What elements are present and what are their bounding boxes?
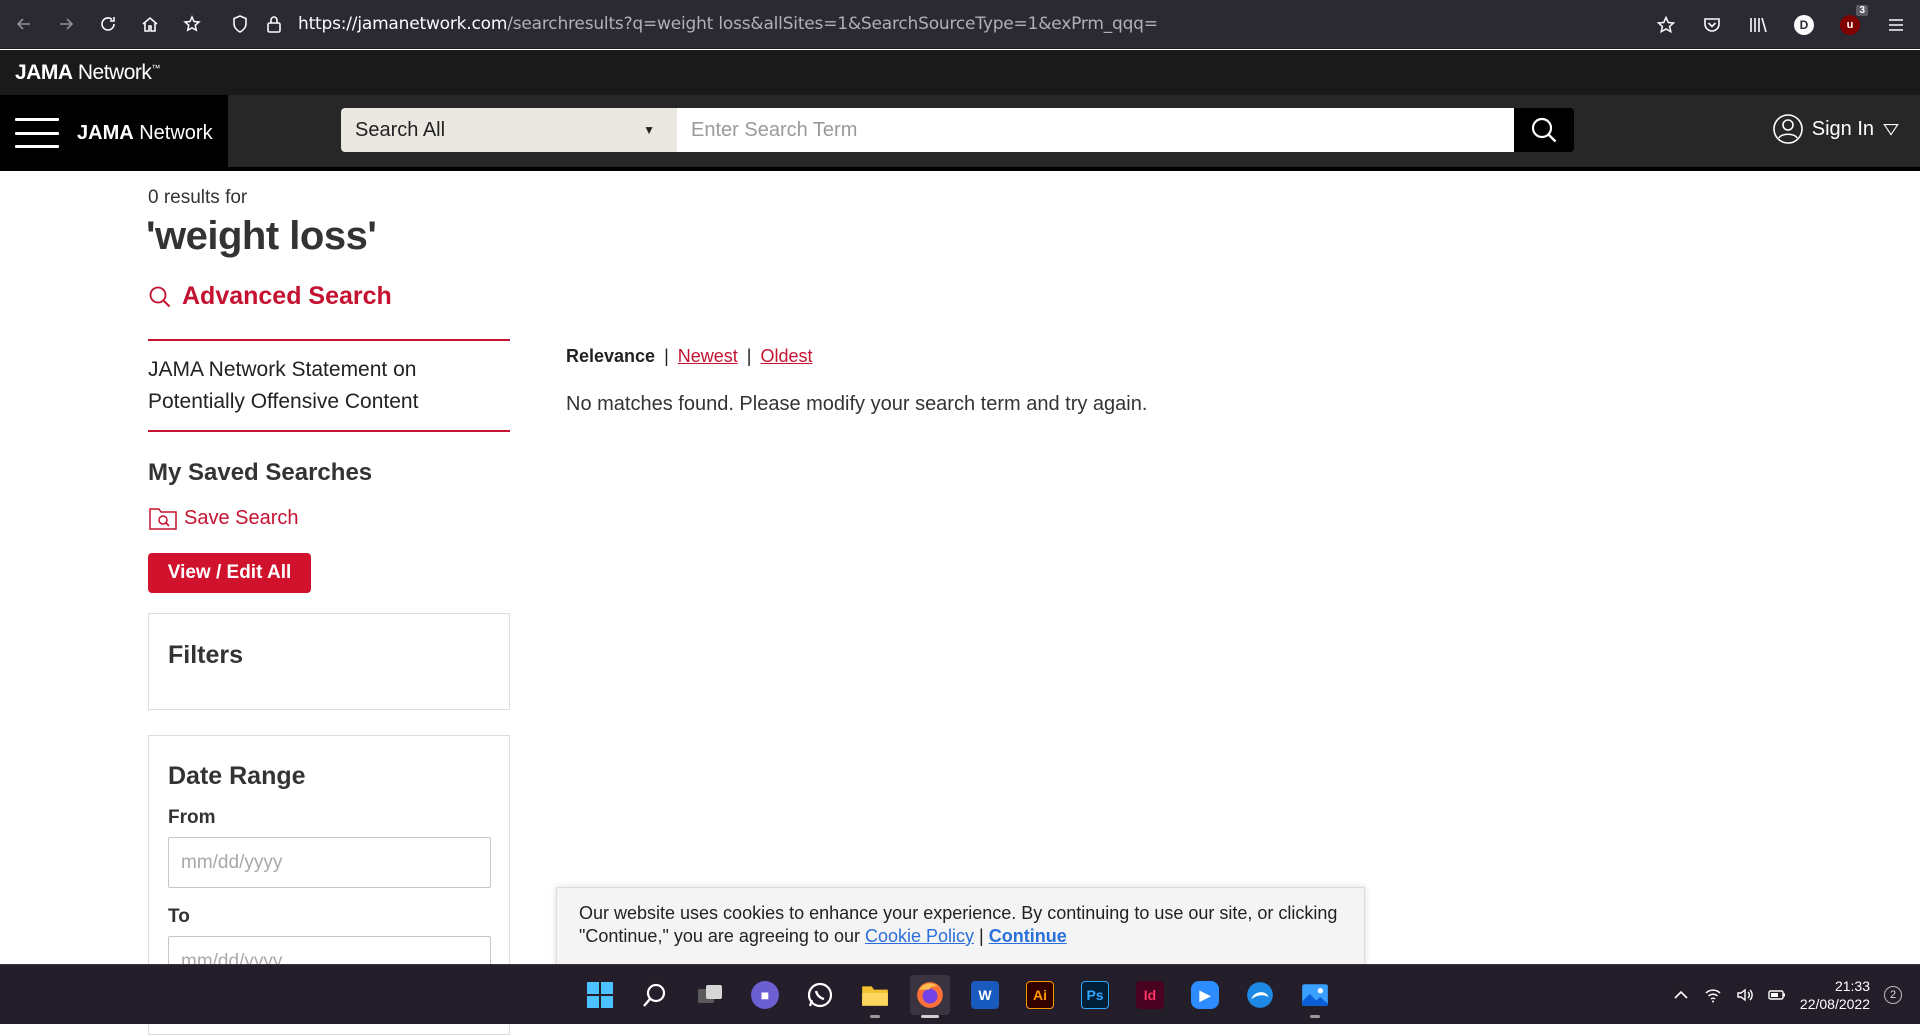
edge-dev-icon[interactable]: [1240, 975, 1280, 1015]
clock-date: 22/08/2022: [1799, 996, 1870, 1012]
filters-title: Filters: [168, 641, 244, 669]
save-search-link[interactable]: Save Search: [148, 505, 299, 531]
cookie-banner: Our website uses cookies to enhance your…: [556, 887, 1365, 967]
to-label: To: [168, 906, 190, 927]
forward-icon[interactable]: [48, 6, 84, 42]
magnifier-icon: [149, 286, 171, 307]
sort-separator: |: [664, 346, 669, 366]
word-icon[interactable]: W: [965, 975, 1005, 1015]
whatsapp-icon[interactable]: [800, 975, 840, 1015]
user-icon: [1772, 114, 1803, 144]
sort-relevance[interactable]: Relevance: [566, 346, 655, 367]
clock-time: 21:33: [1834, 978, 1870, 994]
brand-box: JAMA Network: [0, 95, 228, 171]
view-edit-all-button[interactable]: View / Edit All: [148, 553, 311, 593]
network-strip: JAMA Network™: [0, 50, 1920, 95]
profile-avatar[interactable]: D: [1794, 14, 1814, 35]
save-search-label: Save Search: [184, 506, 299, 529]
battery-icon[interactable]: [1768, 986, 1786, 1004]
photos-icon[interactable]: [1295, 975, 1335, 1018]
extension-count-badge: 3: [1856, 4, 1868, 16]
notification-badge[interactable]: 2: [1884, 986, 1902, 1004]
bookmarks-star-icon[interactable]: [174, 6, 210, 42]
cookie-separator: |: [979, 926, 984, 946]
url-host: https://jamanetwork.com: [298, 14, 508, 34]
advanced-search-label: Advanced Search: [182, 282, 392, 310]
illustrator-icon[interactable]: Ai: [1020, 975, 1060, 1015]
teams-icon[interactable]: ■: [745, 975, 785, 1015]
sign-in-button[interactable]: Sign In: [1772, 113, 1900, 145]
cookie-continue-link[interactable]: Continue: [989, 926, 1067, 946]
indesign-icon[interactable]: Id: [1130, 975, 1170, 1015]
volume-icon[interactable]: [1736, 986, 1754, 1004]
back-icon[interactable]: [6, 6, 42, 42]
sort-newest-link[interactable]: Newest: [678, 346, 738, 367]
chevron-up-icon[interactable]: [1672, 986, 1690, 1004]
browser-toolbar: https://jamanetwork.com/searchresults?q=…: [0, 0, 1920, 49]
divider: [148, 339, 510, 341]
menu-icon[interactable]: [1886, 15, 1906, 35]
no-matches-message: No matches found. Please modify your sea…: [566, 393, 1148, 415]
address-bar[interactable]: https://jamanetwork.com/searchresults?q=…: [298, 14, 1158, 34]
offensive-content-statement-link[interactable]: JAMA Network Statement on Potentially Of…: [148, 354, 510, 418]
search-scope-value: Search All: [355, 118, 446, 141]
site-brand[interactable]: JAMA Network: [77, 122, 213, 145]
cookie-policy-link[interactable]: Cookie Policy: [865, 926, 974, 946]
saved-searches-title: My Saved Searches: [148, 459, 373, 486]
windows-taskbar: ■ W Ai Ps Id ▶ 21:33 22/08/2022 2: [0, 964, 1920, 1024]
date-range-title: Date Range: [168, 762, 306, 790]
filters-panel: Filters: [148, 613, 510, 710]
home-icon[interactable]: [132, 6, 168, 42]
url-path: /searchresults?q=weight loss&allSites=1&…: [507, 14, 1158, 34]
lock-icon[interactable]: [264, 14, 284, 34]
wifi-icon[interactable]: [1704, 986, 1722, 1004]
search-taskbar-icon[interactable]: [635, 975, 675, 1015]
from-date-field[interactable]: [168, 837, 491, 888]
results-count: 0 results for: [148, 187, 248, 208]
photoshop-icon[interactable]: Ps: [1075, 975, 1115, 1015]
sort-options: Relevance | Newest | Oldest: [566, 346, 813, 367]
firefox-icon[interactable]: [910, 975, 950, 1018]
pocket-icon[interactable]: [1702, 15, 1722, 35]
clock[interactable]: 21:33 22/08/2022: [1800, 977, 1870, 1013]
caret-down-icon: ▼: [643, 123, 655, 137]
ublock-extension-icon[interactable]: u3: [1840, 4, 1868, 35]
search-query-title: 'weight loss': [146, 214, 377, 258]
from-label: From: [168, 807, 216, 828]
reload-icon[interactable]: [90, 6, 126, 42]
start-icon[interactable]: [580, 975, 620, 1015]
library-icon[interactable]: [1748, 15, 1768, 35]
site-header: JAMA Network Search All ▼ Sign In: [0, 95, 1920, 171]
sort-separator: |: [746, 346, 752, 366]
sort-oldest-link[interactable]: Oldest: [760, 346, 812, 367]
search-input[interactable]: [677, 108, 1514, 152]
search-scope-select[interactable]: Search All ▼: [341, 108, 677, 152]
file-explorer-icon[interactable]: [855, 975, 895, 1018]
extension-letter: u: [1846, 18, 1854, 31]
search-icon: [1531, 117, 1557, 143]
hamburger-menu-icon[interactable]: [15, 118, 59, 148]
task-view-icon[interactable]: [690, 975, 730, 1015]
divider: [148, 430, 510, 432]
folder-search-icon: [149, 508, 177, 530]
system-tray: 21:33 22/08/2022 2: [1672, 965, 1902, 1025]
sign-in-label: Sign In: [1811, 117, 1874, 140]
triangle-down-icon: [1883, 123, 1899, 136]
shield-icon[interactable]: [230, 14, 250, 34]
jama-network-logo[interactable]: JAMA Network™: [15, 61, 160, 85]
advanced-search-link[interactable]: Advanced Search: [148, 282, 392, 311]
search-button[interactable]: [1514, 108, 1574, 152]
star-icon[interactable]: [1656, 15, 1676, 35]
zoom-icon[interactable]: ▶: [1185, 975, 1225, 1015]
